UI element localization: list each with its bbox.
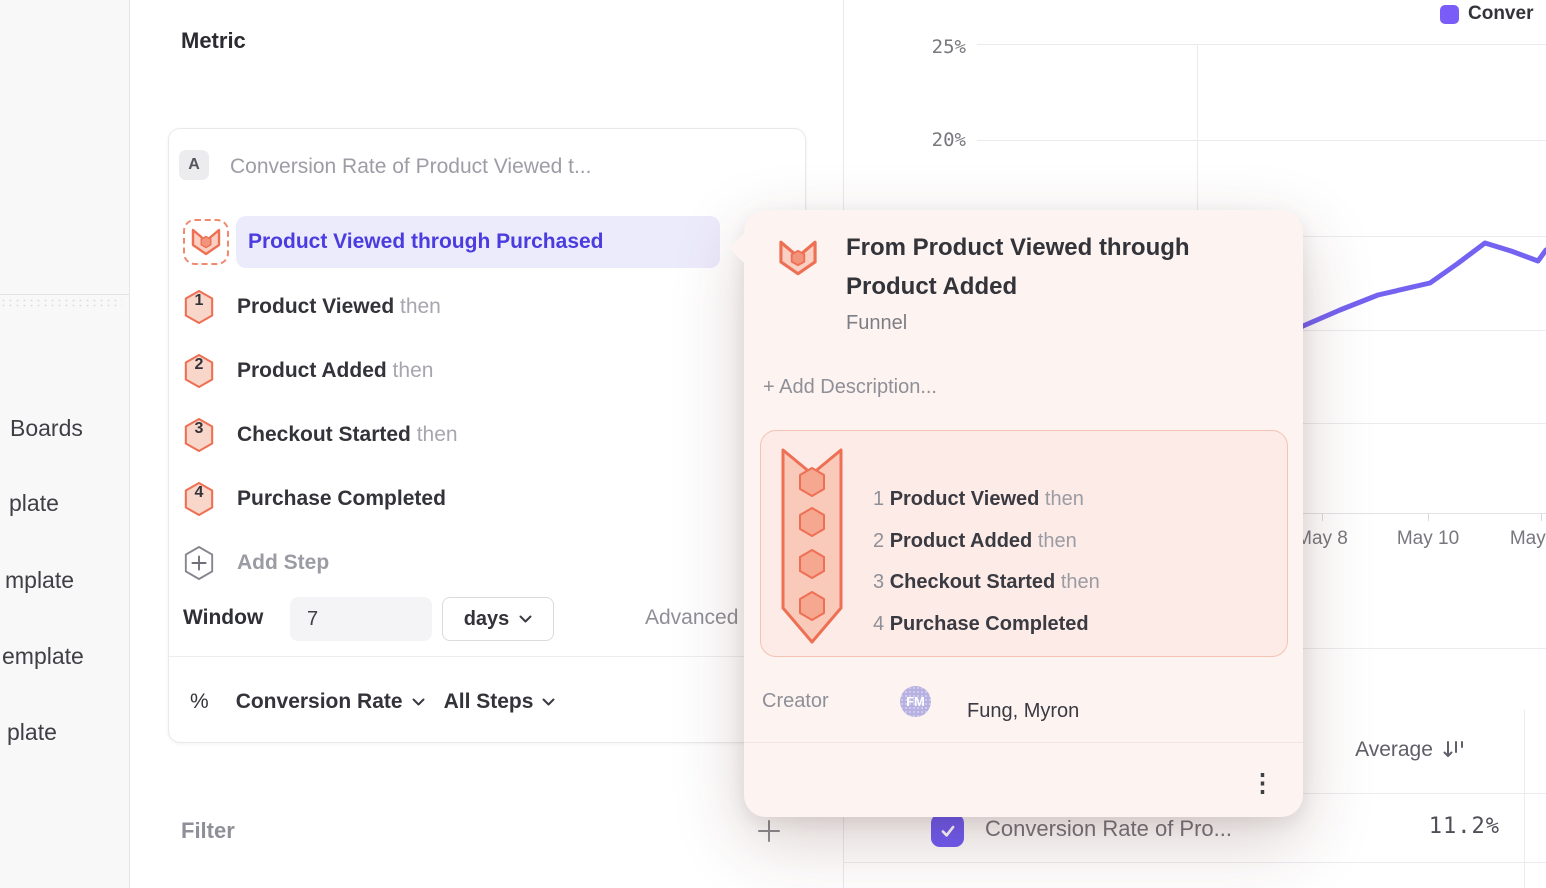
step-then-label: then [411,423,458,446]
funnel-step-row[interactable]: 2 Product Added then [183,351,783,391]
series-title[interactable]: Conversion Rate of Product Viewed t... [230,155,591,179]
sidebar-item-template-4[interactable]: plate [7,719,57,746]
step-name: Product Added [237,359,387,382]
measure-percent-symbol: % [190,690,209,714]
add-step-label: Add Step [237,551,329,575]
step-name: Purchase Completed [237,487,446,510]
funnel-icon [777,238,819,278]
popover-step: 4 Purchase Completed [873,604,1100,646]
table-row-label[interactable]: Conversion Rate of Pro... [985,816,1232,842]
funnel-step-row[interactable]: 4 Purchase Completed [183,479,783,519]
average-column-header[interactable]: Average [1330,738,1490,762]
step-number-hexagon: 1 [183,289,215,325]
step-name: Checkout Started [237,423,411,446]
chevron-down-icon[interactable] [412,698,425,707]
add-filter-button[interactable] [756,818,782,844]
window-input[interactable] [290,597,432,641]
step-name: Product Viewed [237,295,394,318]
table-row-average-value: 11.2% [1340,814,1500,839]
step-number-hexagon: 3 [183,417,215,453]
sidebar-item-template-3[interactable]: emplate [2,643,84,670]
sidebar-divider [0,294,130,295]
window-unit-dropdown[interactable]: days [442,597,554,641]
selected-funnel-step[interactable]: Product Viewed through Purchased [236,216,720,268]
series-letter-badge: A [179,150,209,180]
step-then-label: then [394,295,441,318]
more-options-kebab-icon[interactable]: ⋮ [1250,766,1274,800]
chevron-down-icon[interactable] [542,698,555,707]
sidebar-item-template-2[interactable]: mplate [5,567,74,594]
sidebar-item-boards[interactable]: Boards [10,415,83,442]
sidebar-item-template-1[interactable]: plate [9,490,59,517]
app-screen: Boards plate mplate emplate plate Metric… [0,0,1546,888]
popover-step: 2 Product Added then [873,521,1100,563]
add-description-link[interactable]: + Add Description... [763,376,937,399]
measure-dropdown[interactable]: Conversion Rate [236,690,403,714]
sidebar-divider-dots [0,298,122,307]
step-then-label: then [387,359,434,382]
creator-avatar: FM [900,686,931,717]
popover-title: From Product Viewed through Product Adde… [846,228,1276,306]
funnel-details-popover: From Product Viewed through Product Adde… [744,210,1303,817]
advanced-link[interactable]: Advanced [645,606,738,630]
funnel-banner-icon [779,446,845,646]
metric-section-heading: Metric [181,28,246,54]
step-number-hexagon: 2 [183,353,215,389]
funnel-steps-card[interactable]: 1 Product Viewed then 2 Product Added th… [760,430,1288,657]
check-icon [939,822,957,840]
popover-step: 3 Checkout Started then [873,562,1100,604]
funnel-icon[interactable] [183,219,229,265]
popover-divider [744,742,1303,743]
step-number-hexagon: 4 [183,481,215,517]
funnel-step-row[interactable]: 1 Product Viewed then [183,287,783,327]
sort-descending-icon [1443,740,1465,760]
popover-entity-type: Funnel [846,312,907,335]
metric-card-divider [169,656,805,657]
creator-name: Fung, Myron [967,700,1079,723]
popover-step: 1 Product Viewed then [873,479,1100,521]
filter-section-heading: Filter [181,818,235,844]
steps-scope-dropdown[interactable]: All Steps [444,690,534,714]
funnel-step-row[interactable]: 3 Checkout Started then [183,415,783,455]
creator-label: Creator [762,690,829,713]
left-sidebar [0,0,130,888]
funnel-steps-list: 1 Product Viewed then 2 Product Added th… [873,479,1100,645]
add-step-plus-icon [183,545,215,581]
add-step-button[interactable]: Add Step [183,543,783,583]
funnel-glyph-icon [190,227,222,257]
series-checkbox[interactable] [931,814,964,847]
window-label: Window [183,606,263,630]
table-row-border [844,862,1546,863]
chevron-down-icon [519,615,532,624]
